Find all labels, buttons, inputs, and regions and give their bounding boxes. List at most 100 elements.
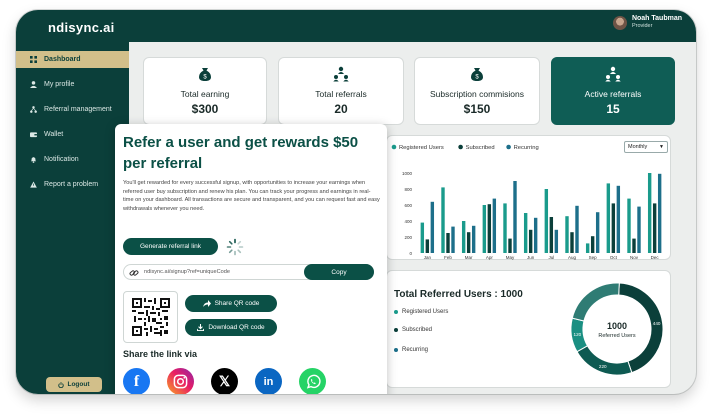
bar-subscribed: [652, 203, 657, 253]
bar-subscribed: [446, 233, 450, 253]
bar-subscribed: [570, 232, 574, 253]
generate-referral-link-button[interactable]: Generate referral link: [123, 238, 218, 255]
stat-label: Active referrals: [584, 89, 642, 99]
sidebar-item-label: Report a problem: [44, 181, 99, 188]
instagram-icon[interactable]: [167, 368, 194, 394]
download-qr-label: Download QR code: [208, 324, 265, 331]
sidebar-item-my-profile[interactable]: My profile: [16, 76, 129, 93]
sidebar-item-wallet[interactable]: Wallet: [16, 126, 129, 143]
bar-recurring: [430, 201, 435, 253]
bar-registered-users: [647, 173, 652, 253]
sidebar-item-referral-management[interactable]: Referral management: [16, 101, 129, 118]
y-tick-label: 400: [404, 219, 412, 224]
bar-subscribed: [508, 238, 512, 253]
download-qr-code-button[interactable]: Download QR code: [185, 319, 277, 336]
legend-label: Recurring: [402, 347, 429, 353]
x-tick-label: Jul: [548, 255, 554, 260]
donut-legend-item: Recurring: [394, 347, 428, 353]
sidebar-item-report-a-problem[interactable]: Report a problem: [16, 176, 129, 193]
user-menu[interactable]: Noah Taubman Provider: [612, 15, 682, 30]
bar-recurring: [637, 206, 641, 253]
facebook-icon[interactable]: f: [123, 368, 150, 394]
x-tick-label: Mar: [465, 255, 473, 260]
top-bar: ndisync.ai Noah Taubman Provider: [16, 10, 696, 42]
app-logo: ndisync.ai: [48, 20, 115, 35]
bar-registered-users: [585, 243, 590, 253]
qr-code: [123, 291, 178, 343]
bar-recurring: [471, 225, 476, 253]
bar-registered-users: [544, 189, 549, 253]
donut-slice: [571, 282, 620, 322]
grid-icon: [30, 56, 37, 63]
power-icon: [58, 381, 65, 388]
bar-subscribed: [528, 229, 533, 253]
copy-button[interactable]: Copy: [304, 264, 374, 280]
whatsapp-glyph: [306, 374, 321, 389]
stat-label: Subscription commisions: [429, 89, 524, 99]
referred-users-panel: Total Referred Users : 1000 Registered U…: [386, 270, 671, 388]
people-network-icon: [333, 66, 349, 82]
sidebar-item-label: Referral management: [44, 106, 112, 113]
linkedin-icon[interactable]: in: [255, 368, 282, 394]
modal-title: Refer a user and get rewards $50 per ref…: [123, 134, 359, 172]
share-qr-label: Share QR code: [214, 300, 260, 307]
stat-value: 20: [334, 102, 348, 116]
whatsapp-icon[interactable]: [299, 368, 326, 394]
user-name: Noah Taubman: [631, 15, 682, 22]
stat-label: Total earning: [180, 89, 230, 99]
period-select[interactable]: Monthly ▼: [624, 141, 668, 153]
donut-slice-label: 220: [599, 364, 607, 369]
legend-label: Subscribed: [402, 327, 433, 333]
users-chart-panel: Registered Users Subscribed Recurring 1000 8…: [386, 135, 671, 260]
y-tick-label: 800: [404, 187, 412, 192]
x-icon[interactable]: 𝕏: [211, 368, 238, 394]
bar-registered-users: [523, 213, 528, 253]
x-tick-label: Oct: [610, 255, 618, 260]
bar-registered-users: [461, 221, 466, 253]
y-tick-label: 600: [404, 203, 412, 208]
legend-label: Registered Users: [399, 145, 444, 151]
x-tick-label: Jan: [424, 255, 432, 260]
wallet-icon: [30, 132, 37, 138]
x-tick-label: Feb: [444, 255, 452, 260]
qr-code-icon: [131, 298, 170, 336]
bar-subscribed: [611, 203, 616, 253]
link-icon: [129, 270, 139, 276]
bar-registered-users: [606, 183, 611, 253]
stat-card-active-referrals: Active referrals 15: [551, 57, 675, 125]
sidebar-item-dashboard[interactable]: Dashboard: [16, 51, 129, 68]
people-network-icon: [605, 66, 621, 82]
bar-registered-users: [420, 222, 425, 253]
share-via-heading: Share the link via: [123, 349, 198, 359]
y-tick-label: 1000: [402, 171, 413, 176]
legend-swatch: [458, 144, 463, 150]
bar-subscribed: [590, 236, 595, 253]
legend-swatch: [394, 310, 398, 314]
legend-label: Subscribed: [466, 145, 495, 151]
loading-spinner-icon: [226, 238, 244, 256]
bar-recurring: [513, 181, 517, 253]
y-tick-label: 0: [409, 251, 412, 256]
app-window: ndisync.ai Noah Taubman Provider Dashboa…: [16, 10, 696, 394]
stat-label: Total referrals: [315, 89, 367, 99]
download-icon: [197, 324, 205, 331]
donut-center-value: 1000: [606, 321, 628, 331]
donut-slice: [576, 345, 633, 376]
bar-recurring: [533, 217, 538, 253]
x-tick-label: Nov: [630, 255, 639, 260]
share-qr-code-button[interactable]: Share QR code: [185, 295, 277, 312]
logout-button[interactable]: Logout: [46, 377, 102, 392]
donut-legend-item: Registered Users: [394, 309, 448, 315]
donut-center-label: Referred Users: [598, 333, 636, 339]
legend-swatch: [394, 348, 398, 352]
sidebar: Dashboard My profile Referral management…: [16, 42, 129, 394]
bar-recurring: [492, 198, 497, 253]
avatar: [612, 15, 627, 30]
bar-registered-users: [482, 205, 487, 253]
sidebar-item-notification[interactable]: Notification: [16, 151, 129, 168]
bar-subscribed: [549, 217, 554, 253]
x-tick-label: Apr: [486, 255, 494, 260]
bar-recurring: [575, 205, 579, 253]
instagram-glyph: [173, 374, 188, 389]
stat-value: $150: [463, 102, 491, 116]
